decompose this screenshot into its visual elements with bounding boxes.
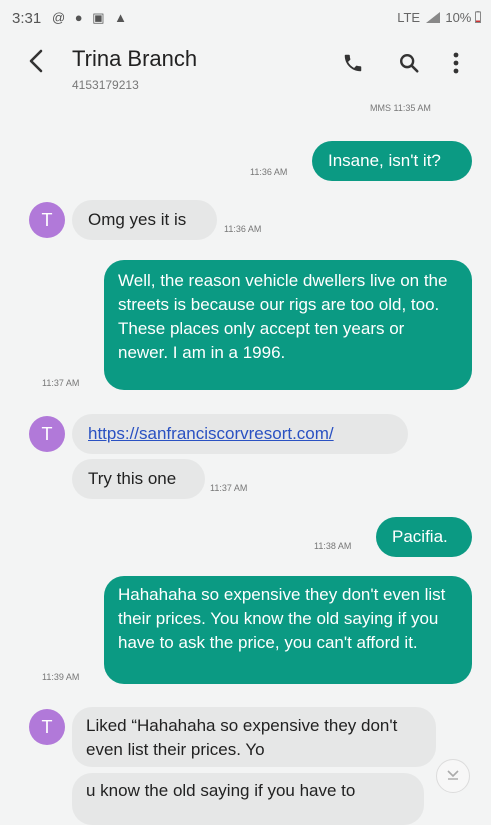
incoming-message[interactable]: u know the old saying if you have to [72,773,424,825]
call-button[interactable] [342,52,364,79]
chevron-left-icon [29,49,43,73]
mms-label: MMS 11:35 AM [370,103,431,113]
back-button[interactable] [28,48,44,80]
scroll-to-bottom-button[interactable] [436,759,470,793]
contact-avatar[interactable]: T [29,709,65,745]
more-options-button[interactable] [452,52,460,79]
message-time: 11:36 AM [224,224,262,234]
contact-avatar[interactable]: T [29,416,65,452]
message-link[interactable]: https://sanfranciscorvresort.com/ [88,424,334,443]
incoming-message[interactable]: Omg yes it is [72,200,217,240]
message-thread[interactable]: MMS 11:35 AM 11:36 AM Insane, isn't it? … [0,98,491,825]
contact-avatar[interactable]: T [29,202,65,238]
chevron-down-circle-icon [447,770,459,780]
message-time: 11:38 AM [314,541,352,551]
contact-number: 4153179213 [72,78,139,92]
battery-label: 10% [445,10,472,25]
contact-name[interactable]: Trina Branch [72,46,197,72]
outgoing-message[interactable]: Hahahaha so expensive they don't even li… [104,576,472,684]
signal-label: LTE [397,10,421,25]
status-time: 3:31 [12,10,42,27]
search-icon [400,54,419,73]
incoming-message[interactable]: https://sanfranciscorvresort.com/ [72,414,408,454]
signal-icon [425,12,440,23]
call-icon [344,54,362,72]
outgoing-message[interactable]: Insane, isn't it? [312,141,472,181]
incoming-message[interactable]: Try this one [72,459,205,499]
search-button[interactable] [398,52,420,79]
outgoing-message[interactable]: Pacifia. [376,517,472,557]
more-icon [453,52,459,74]
notification-icons: @ ● ▣ ▲ [52,10,131,25]
status-right: LTE 10% [397,10,481,25]
message-time: 11:37 AM [42,378,80,388]
message-time: 11:36 AM [250,167,288,177]
incoming-message[interactable]: Liked “Hahahaha so expensive they don't … [72,707,436,767]
outgoing-message[interactable]: Well, the reason vehicle dwellers live o… [104,260,472,390]
status-bar: 3:31 @ ● ▣ ▲ LTE 10% [0,0,491,34]
message-time: 11:39 AM [42,672,80,682]
battery-icon [475,11,481,23]
message-time: 11:37 AM [210,483,248,493]
conversation-header: Trina Branch 4153179213 [0,34,491,98]
